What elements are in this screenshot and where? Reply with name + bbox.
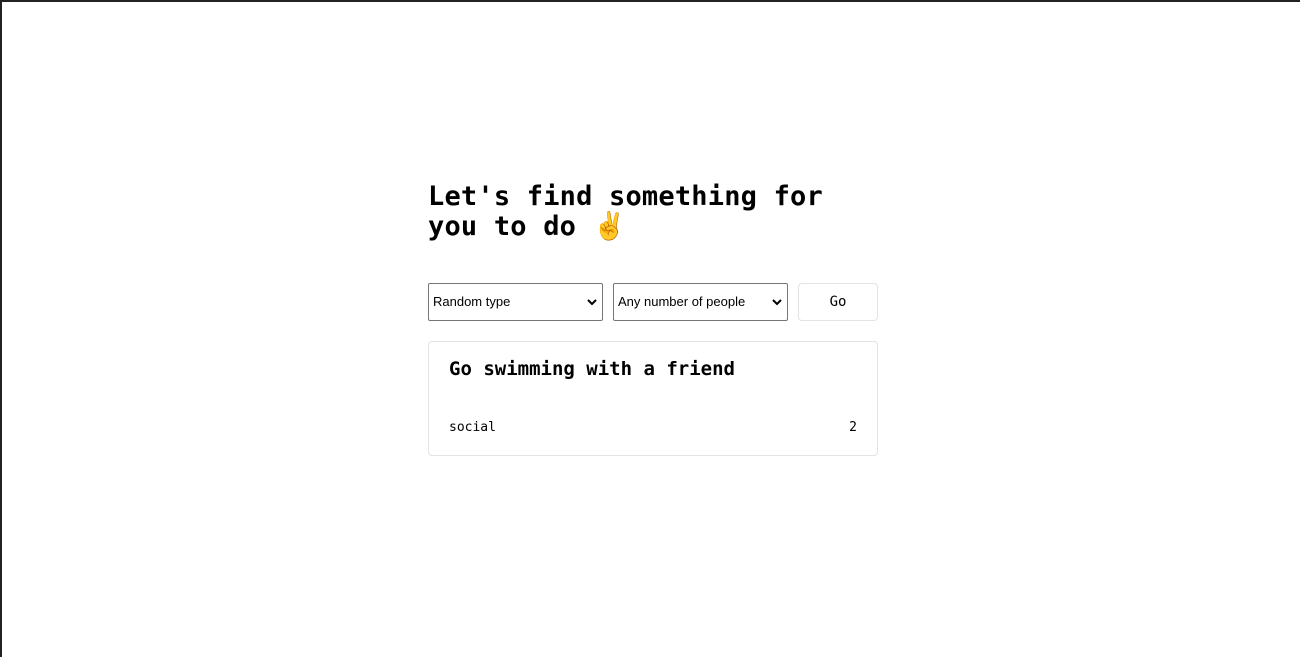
page-viewport: Let's find something for you to do ✌️ Ra… (0, 0, 1300, 657)
chevron-down-icon (587, 299, 597, 306)
page-title: Let's find something for you to do ✌️ (428, 182, 878, 242)
activity-title: Go swimming with a friend (449, 358, 735, 380)
activity-type-select[interactable]: Random type (428, 283, 603, 321)
activity-participants: 2 (849, 420, 857, 435)
activity-card: Go swimming with a friend social 2 (428, 341, 878, 456)
activity-type-selected: Random type (433, 294, 511, 309)
victory-hand-icon: ✌️ (592, 211, 627, 242)
activity-meta: social 2 (449, 420, 857, 436)
participants-selected: Any number of people (618, 294, 746, 309)
chevron-down-icon (772, 299, 782, 306)
main-content: Let's find something for you to do ✌️ Ra… (428, 182, 878, 456)
go-button[interactable]: Go (798, 283, 878, 321)
filter-controls: Random type Any number of people Go (428, 283, 878, 321)
activity-type: social (449, 420, 496, 435)
participants-select[interactable]: Any number of people (613, 283, 788, 321)
